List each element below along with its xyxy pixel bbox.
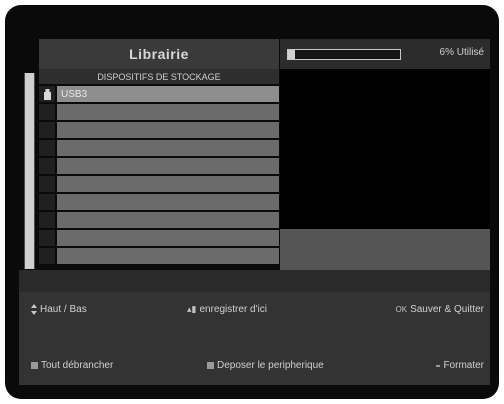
help-format: Formater xyxy=(436,360,484,371)
list-header-text: DISPOSITIFS DE STOCKAGE xyxy=(97,71,221,82)
list-header: DISPOSITIFS DE STOCKAGE xyxy=(39,69,279,84)
list-item-label xyxy=(57,230,279,246)
library-title-text: Librairie xyxy=(129,46,189,62)
list-item[interactable] xyxy=(39,104,279,120)
yellow-key-icon xyxy=(436,364,441,367)
updown-icon xyxy=(31,304,37,315)
list-item-icon-cell xyxy=(39,86,55,102)
list-item[interactable] xyxy=(39,158,279,174)
list-item-icon-cell xyxy=(39,104,55,120)
list-item-label xyxy=(57,248,279,264)
usage-progress-track xyxy=(287,49,401,60)
help-eject: Deposer le peripherique xyxy=(207,360,324,371)
list-item[interactable] xyxy=(39,176,279,192)
list-item-icon-cell xyxy=(39,230,55,246)
record-icon: ▴▮ xyxy=(187,304,197,314)
list-item-label: USB3 xyxy=(57,86,279,102)
info-panel xyxy=(280,69,490,229)
storage-device-list: USB3 xyxy=(39,86,279,270)
list-item-label xyxy=(57,212,279,228)
tv-screen: Librairie 6% Utilisé DISPOSITIFS DE STOC… xyxy=(5,5,499,399)
usage-panel: 6% Utilisé xyxy=(280,39,490,69)
library-title: Librairie xyxy=(39,39,279,69)
help-save-quit: OK Sauver & Quitter xyxy=(396,304,484,315)
usage-text: 6% Utilisé xyxy=(439,47,484,58)
help-record-here: ▴▮ enregistrer d'ici xyxy=(187,304,267,315)
list-scrollbar-thumb[interactable] xyxy=(25,73,34,269)
list-scrollbar[interactable] xyxy=(24,73,35,269)
list-item-label xyxy=(57,158,279,174)
help-eject-label: Deposer le peripherique xyxy=(217,360,324,371)
list-item-label xyxy=(57,104,279,120)
list-item-icon-cell xyxy=(39,194,55,210)
list-item[interactable]: USB3 xyxy=(39,86,279,102)
list-item-label xyxy=(57,122,279,138)
help-nav-label: Haut / Bas xyxy=(40,304,87,315)
list-item-label xyxy=(57,140,279,156)
list-item[interactable] xyxy=(39,230,279,246)
help-save-quit-label: Sauver & Quitter xyxy=(410,304,484,315)
list-item-icon-cell xyxy=(39,248,55,264)
ok-icon: OK xyxy=(395,305,408,314)
list-item-icon-cell xyxy=(39,176,55,192)
list-item[interactable] xyxy=(39,212,279,228)
list-item-icon-cell xyxy=(39,158,55,174)
help-format-label: Formater xyxy=(443,360,484,371)
list-item-label xyxy=(57,194,279,210)
usb-icon xyxy=(43,88,51,100)
usage-progress-fill xyxy=(288,50,295,59)
list-item[interactable] xyxy=(39,140,279,156)
green-key-icon xyxy=(207,362,214,369)
red-key-icon xyxy=(31,362,38,369)
help-record-label: enregistrer d'ici xyxy=(199,304,267,315)
list-item[interactable] xyxy=(39,122,279,138)
list-item-icon-cell xyxy=(39,140,55,156)
list-item-icon-cell xyxy=(39,212,55,228)
info-panel-footer xyxy=(280,229,490,270)
list-item-label xyxy=(57,176,279,192)
list-item[interactable] xyxy=(39,248,279,264)
status-band xyxy=(19,270,490,292)
help-nav: Haut / Bas xyxy=(31,304,87,315)
list-item[interactable] xyxy=(39,194,279,210)
help-unplug-all-label: Tout débrancher xyxy=(41,360,114,371)
help-bar: Haut / Bas ▴▮ enregistrer d'ici OK Sauve… xyxy=(19,292,490,385)
help-unplug-all: Tout débrancher xyxy=(31,360,113,371)
list-item-icon-cell xyxy=(39,122,55,138)
